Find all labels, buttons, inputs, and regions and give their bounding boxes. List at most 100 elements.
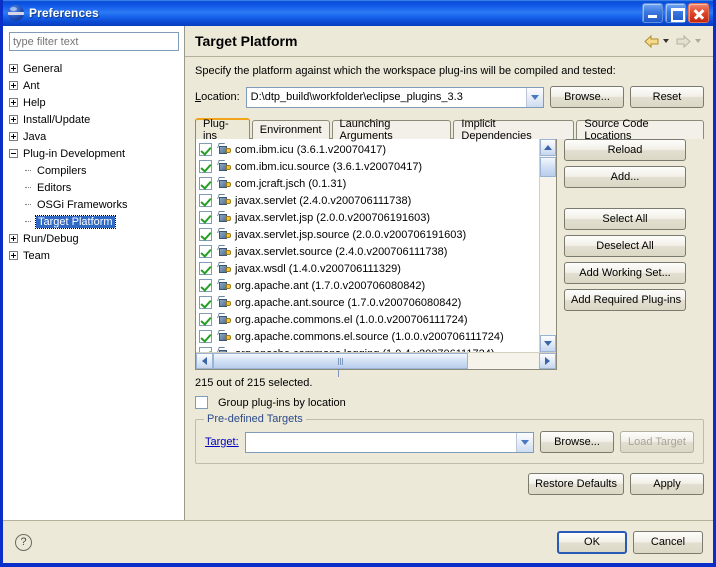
list-item[interactable]: com.jcraft.jsch (0.1.31) <box>199 175 539 192</box>
sidebar-item-compilers[interactable]: Compilers <box>9 162 179 179</box>
list-item[interactable]: org.apache.ant (1.7.0.v200706080842) <box>199 277 539 294</box>
apply-button[interactable]: Apply <box>630 473 704 495</box>
browse-location-button[interactable]: Browse... <box>550 86 624 108</box>
vertical-scrollbar[interactable] <box>539 139 556 352</box>
expand-icon[interactable] <box>9 132 18 141</box>
sidebar-item-general[interactable]: General <box>9 60 179 77</box>
location-value: D:\dtp_build\workfolder\eclipse_plugins_… <box>250 91 463 103</box>
plugin-icon <box>217 159 233 174</box>
location-combo[interactable]: D:\dtp_build\workfolder\eclipse_plugins_… <box>245 86 544 108</box>
add-required-plugins-button[interactable]: Add Required Plug-ins <box>564 289 686 311</box>
checkbox-icon[interactable] <box>199 194 212 207</box>
plugin-icon <box>217 142 233 157</box>
sidebar-item-target-platform[interactable]: Target Platform <box>9 213 179 230</box>
checkbox-icon[interactable] <box>199 330 212 343</box>
tab-implicit-dependencies[interactable]: Implicit Dependencies <box>453 118 575 142</box>
list-item[interactable]: javax.wsdl (1.4.0.v200706111329) <box>199 260 539 277</box>
list-item[interactable]: org.apache.commons.el (1.0.0.v2007061117… <box>199 311 539 328</box>
add-working-set-button[interactable]: Add Working Set... <box>564 262 686 284</box>
sidebar-item-install-update[interactable]: Install/Update <box>9 111 179 128</box>
filter-input[interactable] <box>9 32 179 51</box>
minimize-button[interactable] <box>642 3 663 23</box>
back-dropdown-icon[interactable] <box>663 39 669 43</box>
select-all-button[interactable]: Select All <box>564 208 686 230</box>
list-item[interactable]: javax.servlet.source (2.4.0.v20070611173… <box>199 243 539 260</box>
checkbox-icon[interactable] <box>199 160 212 173</box>
reload-button[interactable]: Reload <box>564 139 686 161</box>
sidebar-item-help[interactable]: Help <box>9 94 179 111</box>
checkbox-icon[interactable] <box>199 279 212 292</box>
vertical-scroll-track[interactable] <box>540 156 556 335</box>
checkbox-icon[interactable] <box>199 245 212 258</box>
deselect-all-button[interactable]: Deselect All <box>564 235 686 257</box>
scroll-left-icon[interactable] <box>196 353 213 369</box>
horizontal-scroll-track[interactable] <box>213 353 539 377</box>
list-item[interactable]: com.ibm.icu (3.6.1.v20070417) <box>199 141 539 158</box>
plugin-icon <box>217 193 233 208</box>
tab-plug-ins[interactable]: Plug-ins <box>195 118 250 142</box>
chevron-down-icon[interactable] <box>516 432 533 452</box>
help-icon[interactable]: ? <box>15 533 32 551</box>
list-item[interactable]: com.ibm.icu.source (3.6.1.v20070417) <box>199 158 539 175</box>
ok-button[interactable]: OK <box>557 530 627 554</box>
sidebar-item-run-debug[interactable]: Run/Debug <box>9 230 179 247</box>
plugin-icon <box>217 176 233 191</box>
scroll-down-icon[interactable] <box>540 335 556 352</box>
browse-target-button[interactable]: Browse... <box>540 431 614 453</box>
list-item[interactable]: javax.servlet.jsp (2.0.0.v200706191603) <box>199 209 539 226</box>
target-label-link[interactable]: Target: <box>205 436 239 448</box>
list-item[interactable]: org.apache.commons.logging (1.0.4.v20070… <box>199 345 539 352</box>
collapse-icon[interactable] <box>9 149 18 158</box>
checkbox-icon[interactable] <box>199 313 212 326</box>
plugin-icon <box>217 227 233 242</box>
tab-source-code-locations[interactable]: Source Code Locations <box>576 118 704 142</box>
maximize-button[interactable] <box>665 3 686 23</box>
expand-icon[interactable] <box>9 115 18 124</box>
checkbox-icon[interactable] <box>199 177 212 190</box>
close-icon[interactable] <box>688 3 709 23</box>
horizontal-scrollbar[interactable] <box>196 352 556 377</box>
sidebar-item-label: Target Platform <box>35 214 116 229</box>
expand-icon[interactable] <box>9 98 18 107</box>
checkbox-icon[interactable] <box>199 228 212 241</box>
group-by-location-row[interactable]: Group plug-ins by location <box>195 396 704 409</box>
checkbox-icon[interactable] <box>195 396 208 409</box>
list-item[interactable]: org.apache.ant.source (1.7.0.v2007060808… <box>199 294 539 311</box>
group-title: Pre-defined Targets <box>204 413 306 425</box>
checkbox-icon[interactable] <box>199 347 212 352</box>
plugin-icon <box>217 278 233 293</box>
sidebar-item-ant[interactable]: Ant <box>9 77 179 94</box>
back-arrow-icon[interactable] <box>643 34 660 49</box>
expand-icon[interactable] <box>9 251 18 260</box>
plugin-list[interactable]: com.ibm.icu (3.6.1.v20070417) com.ibm.ic… <box>195 138 557 377</box>
sidebar-item-java[interactable]: Java <box>9 128 179 145</box>
plugin-action-buttons: Reload Add... Select All Deselect All Ad… <box>564 138 686 370</box>
checkbox-icon[interactable] <box>199 262 212 275</box>
vertical-scroll-thumb[interactable] <box>540 157 556 177</box>
tab-environment[interactable]: Environment <box>251 120 330 139</box>
list-item[interactable]: javax.servlet.jsp.source (2.0.0.v2007061… <box>199 226 539 243</box>
sidebar-item-plug-in-development[interactable]: Plug-in Development <box>9 145 179 162</box>
cancel-button[interactable]: Cancel <box>633 530 703 554</box>
horizontal-scroll-thumb[interactable] <box>213 353 468 377</box>
plugin-name: org.apache.ant (1.7.0.v200706080842) <box>235 279 426 292</box>
restore-defaults-button[interactable]: Restore Defaults <box>528 473 624 495</box>
checkbox-icon[interactable] <box>199 211 212 224</box>
checkbox-icon[interactable] <box>199 143 212 156</box>
tab-launching-arguments[interactable]: Launching Arguments <box>331 118 452 142</box>
add-button[interactable]: Add... <box>564 166 686 188</box>
sidebar-item-osgi-frameworks[interactable]: OSGi Frameworks <box>9 196 179 213</box>
target-combo[interactable] <box>244 431 534 453</box>
list-item[interactable]: org.apache.commons.el.source (1.0.0.v200… <box>199 328 539 345</box>
checkbox-icon[interactable] <box>199 296 212 309</box>
chevron-down-icon[interactable] <box>526 87 543 107</box>
expand-icon[interactable] <box>9 234 18 243</box>
page-header: Target Platform <box>185 26 713 57</box>
list-item[interactable]: javax.servlet (2.4.0.v200706111738) <box>199 192 539 209</box>
reset-button[interactable]: Reset <box>630 86 704 108</box>
sidebar-item-team[interactable]: Team <box>9 247 179 264</box>
sidebar-item-editors[interactable]: Editors <box>9 179 179 196</box>
scroll-right-icon[interactable] <box>539 353 556 369</box>
expand-icon[interactable] <box>9 81 18 90</box>
expand-icon[interactable] <box>9 64 18 73</box>
